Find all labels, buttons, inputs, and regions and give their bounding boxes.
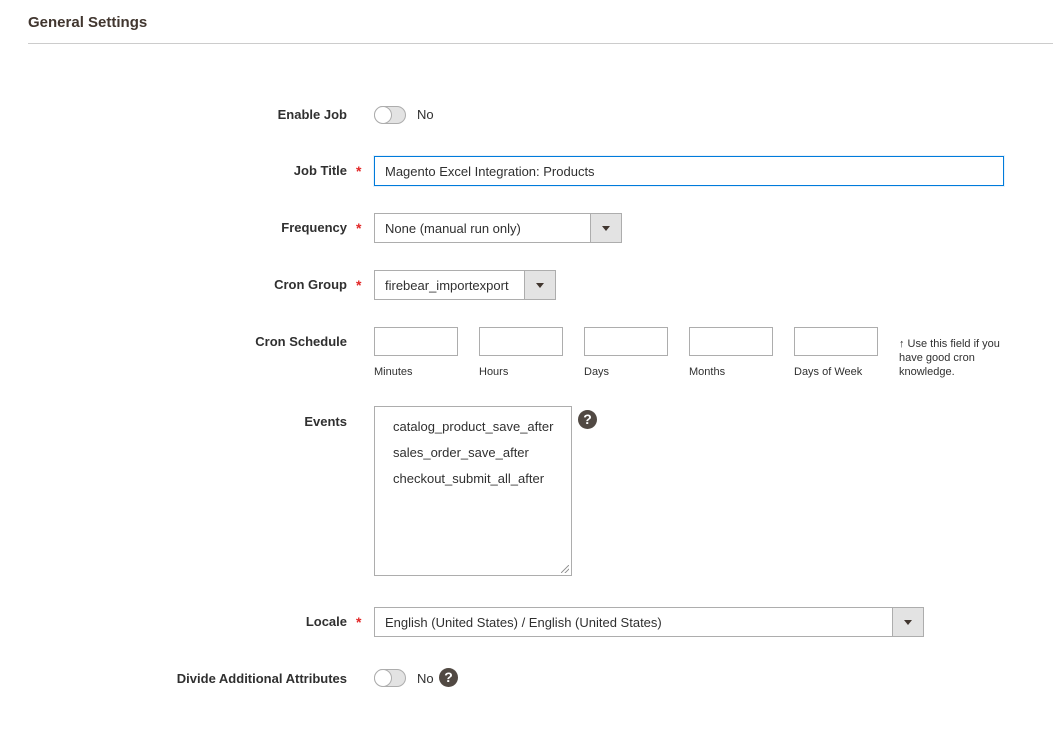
cron-schedule-label: Cron Schedule [255,334,347,349]
cron-days-of-week-label: Days of Week [794,366,863,378]
events-option[interactable]: catalog_product_save_after [393,419,553,434]
required-marker: * [356,220,362,236]
section-divider [28,43,1053,44]
help-icon[interactable]: ? [439,668,458,687]
job-title-input[interactable] [374,156,1004,186]
resize-grip-icon[interactable] [561,565,569,573]
dropdown-arrow-icon [590,214,621,242]
frequency-selected-value: None (manual run only) [385,221,521,236]
help-icon[interactable]: ? [578,410,597,429]
enable-job-state: No [417,107,434,122]
divide-attributes-state: No [417,671,434,686]
required-marker: * [356,163,362,179]
enable-job-label: Enable Job [277,107,347,122]
events-option[interactable]: checkout_submit_all_after [393,471,544,486]
job-title-label: Job Title [293,163,347,178]
cron-minutes-input[interactable] [374,327,458,356]
enable-job-toggle[interactable] [374,106,406,124]
events-option[interactable]: sales_order_save_after [393,445,529,460]
dropdown-arrow-icon [524,271,555,299]
toggle-knob [374,669,392,687]
required-marker: * [356,614,362,630]
frequency-label: Frequency [281,220,347,235]
toggle-knob [374,106,392,124]
cron-schedule-note: ↑ Use this field if you have good cron k… [899,338,1000,378]
divide-attributes-toggle[interactable] [374,669,406,687]
cron-days-input[interactable] [584,327,668,356]
events-multiselect[interactable]: catalog_product_save_after sales_order_s… [374,406,572,576]
cron-group-select[interactable]: firebear_importexport [374,270,556,300]
divide-attributes-label: Divide Additional Attributes [176,671,347,686]
cron-minutes-label: Minutes [374,366,413,378]
required-marker: * [356,277,362,293]
cron-group-selected-value: firebear_importexport [385,278,509,293]
cron-hours-label: Hours [479,366,509,378]
cron-hours-input[interactable] [479,327,563,356]
locale-selected-value: English (United States) / English (Unite… [385,615,662,630]
section-title: General Settings [28,14,148,31]
frequency-select[interactable]: None (manual run only) [374,213,622,243]
locale-label: Locale [305,614,347,629]
cron-group-label: Cron Group [274,277,347,292]
cron-months-label: Months [689,366,726,378]
cron-months-input[interactable] [689,327,773,356]
dropdown-arrow-icon [892,608,923,636]
cron-days-label: Days [584,366,610,378]
locale-select[interactable]: English (United States) / English (Unite… [374,607,924,637]
cron-days-of-week-input[interactable] [794,327,878,356]
events-label: Events [304,414,347,429]
